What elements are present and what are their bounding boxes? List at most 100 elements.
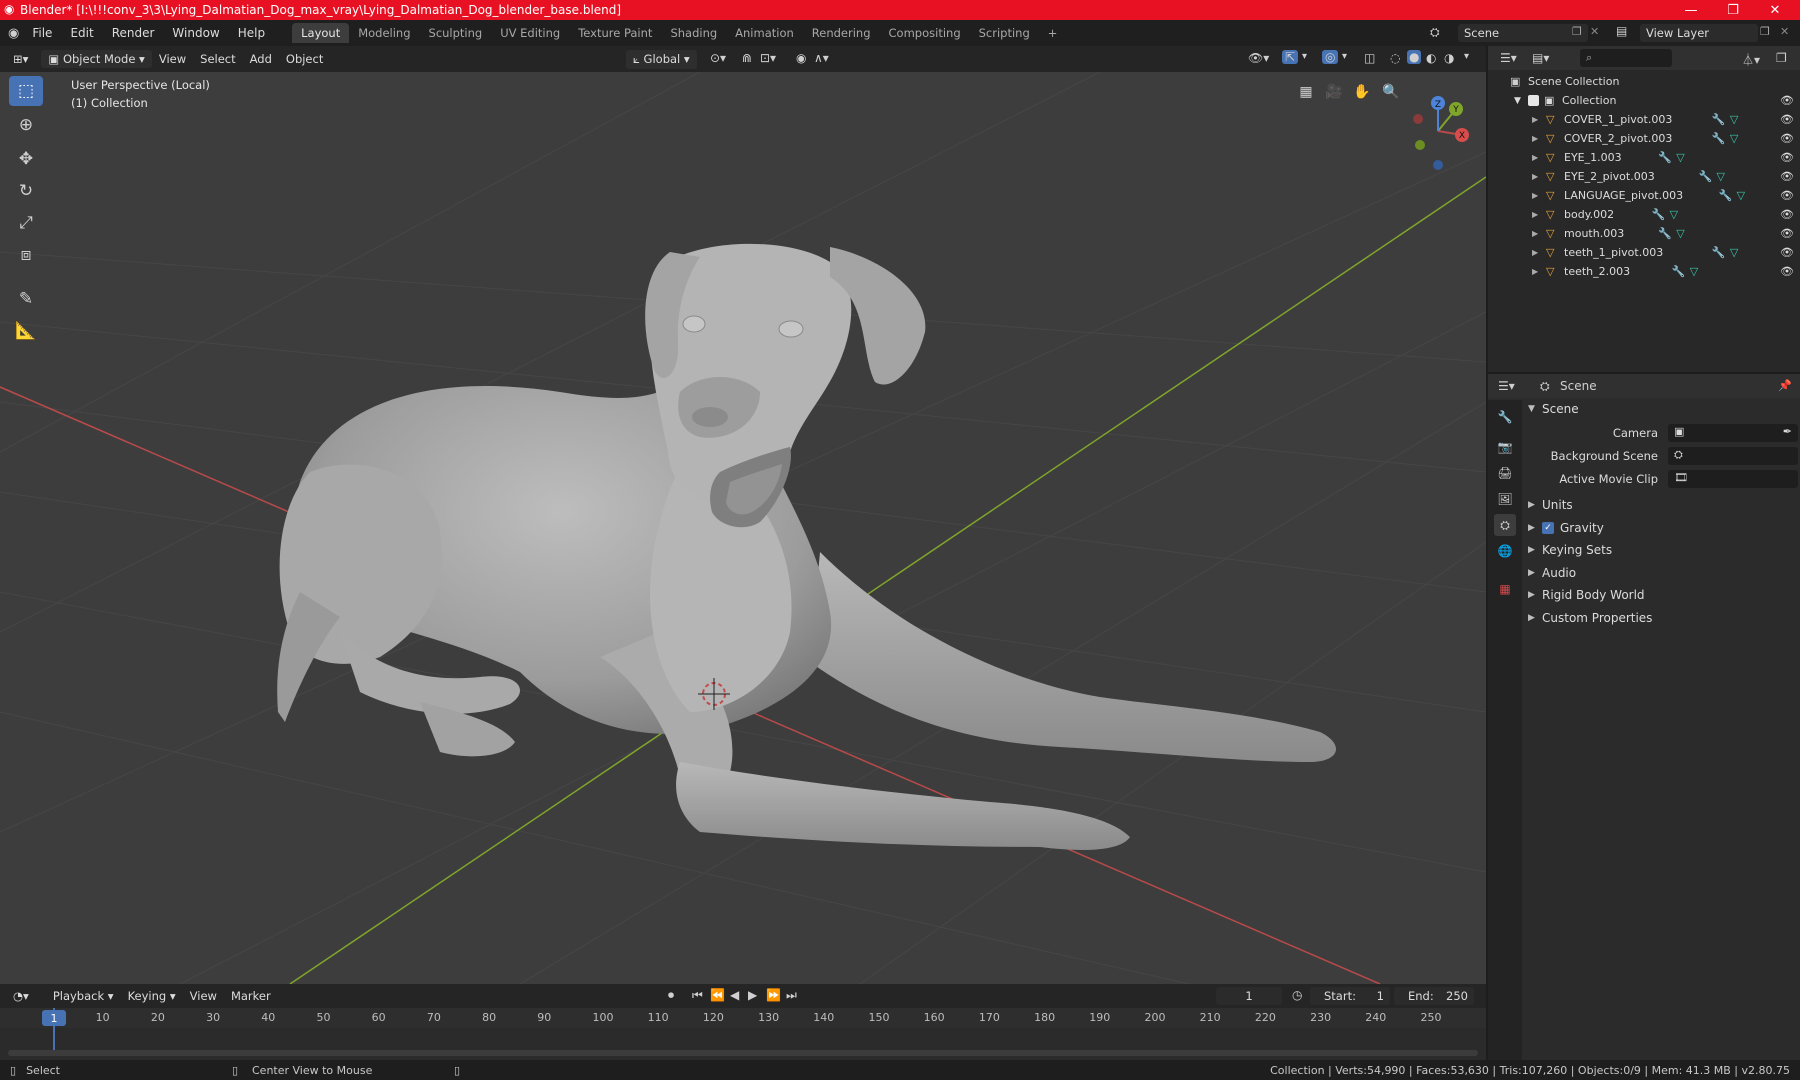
- preview-range-icon[interactable]: ◷: [1292, 988, 1302, 1002]
- object-visibility-icon[interactable]: 👁: [1780, 189, 1794, 202]
- world-tab-icon[interactable]: 🌐: [1494, 540, 1516, 562]
- properties-editor-type-icon[interactable]: ☰▾: [1498, 379, 1515, 393]
- expand-arrow-icon[interactable]: ▶: [1532, 210, 1538, 219]
- active-movie-clip-property[interactable]: Active Movie Clip 🎞: [1528, 468, 1800, 490]
- scene-selector[interactable]: Scene: [1458, 24, 1588, 42]
- subpanel-rigid-body-world[interactable]: ▶ Rigid Body World: [1528, 584, 1800, 606]
- gizmo-options-icon[interactable]: ▾: [1302, 51, 1307, 62]
- frame-ruler[interactable]: 1102030405060708090100110120130140150160…: [0, 1008, 1486, 1028]
- view-layer-icon[interactable]: ▤: [1616, 24, 1627, 38]
- expand-arrow-icon[interactable]: ▶: [1532, 267, 1538, 276]
- gizmo-toggle-icon[interactable]: ⇱: [1282, 50, 1299, 64]
- tab-shading[interactable]: Shading: [661, 23, 726, 43]
- snap-target-icon[interactable]: ⊡▾: [760, 51, 776, 65]
- outliner-object-row[interactable]: ▶ ▽ EYE_1.003 🔧 ▽ 👁: [1488, 148, 1800, 167]
- subpanel-audio[interactable]: ▶ Audio: [1528, 562, 1800, 584]
- collection-visibility-icon[interactable]: 👁: [1780, 94, 1794, 107]
- menu-marker[interactable]: Marker: [224, 987, 278, 1005]
- object-visibility-icon[interactable]: 👁: [1780, 265, 1794, 278]
- snap-icon[interactable]: ⋒: [742, 51, 752, 65]
- play-reverse-icon[interactable]: ◀: [730, 988, 739, 1002]
- subpanel-keying-sets[interactable]: ▶ Keying Sets: [1528, 539, 1800, 561]
- pan-view-icon[interactable]: ✋: [1350, 80, 1374, 104]
- playhead-frame-badge[interactable]: 1: [42, 1010, 66, 1026]
- expand-arrow-icon[interactable]: ▼: [1514, 96, 1521, 106]
- object-visibility-icon[interactable]: 👁: [1780, 246, 1794, 259]
- render-tab-icon[interactable]: 📷: [1494, 436, 1516, 458]
- rendered-shading-icon[interactable]: ◑: [1444, 51, 1454, 65]
- pivot-point-icon[interactable]: ⊙▾: [710, 51, 726, 65]
- outliner-object-row[interactable]: ▶ ▽ teeth_1_pivot.003 🔧 ▽ 👁: [1488, 243, 1800, 262]
- tab-layout[interactable]: Layout: [292, 23, 350, 43]
- new-view-layer-icon[interactable]: ❐: [1760, 25, 1770, 38]
- timeline-editor-type-icon[interactable]: ◔▾: [6, 987, 36, 1005]
- outliner-search-input[interactable]: ⌕: [1580, 49, 1672, 67]
- menu-view[interactable]: View: [152, 50, 193, 68]
- outliner-object-row[interactable]: ▶ ▽ body.002 🔧 ▽ 👁: [1488, 205, 1800, 224]
- tab-compositing[interactable]: Compositing: [880, 23, 970, 43]
- menu-edit[interactable]: Edit: [61, 26, 102, 40]
- subpanel-units[interactable]: ▶ Units: [1528, 494, 1800, 516]
- proportional-edit-icon[interactable]: ◉: [796, 51, 806, 65]
- record-icon[interactable]: ⏺: [668, 988, 674, 1003]
- move-tool-icon[interactable]: ✥: [9, 144, 43, 174]
- falloff-icon[interactable]: ∧▾: [814, 51, 829, 65]
- expand-arrow-icon[interactable]: ▶: [1532, 229, 1538, 238]
- menu-timeline-view[interactable]: View: [183, 987, 224, 1005]
- menu-file[interactable]: File: [23, 26, 61, 40]
- subpanel-gravity[interactable]: ▶ ✓ Gravity: [1528, 517, 1800, 539]
- tab-uv-editing[interactable]: UV Editing: [491, 23, 569, 43]
- object-visibility-icon[interactable]: 👁: [1780, 170, 1794, 183]
- eyedropper-icon[interactable]: ✒: [1783, 425, 1792, 438]
- new-scene-icon[interactable]: ❐: [1572, 25, 1582, 38]
- mode-dropdown[interactable]: ▣ Object Mode ▾: [41, 50, 152, 68]
- view-layer-tab-icon[interactable]: 🖼: [1494, 488, 1516, 510]
- outliner-object-row[interactable]: ▶ ▽ LANGUAGE_pivot.003 🔧 ▽ 👁: [1488, 186, 1800, 205]
- new-collection-icon[interactable]: ❐: [1776, 51, 1787, 65]
- transform-tool-icon[interactable]: ⧈: [9, 240, 43, 270]
- expand-arrow-icon[interactable]: ▶: [1532, 115, 1538, 124]
- scale-tool-icon[interactable]: ⤢: [9, 208, 43, 238]
- outliner-object-row[interactable]: ▶ ▽ COVER_1_pivot.003 🔧 ▽ 👁: [1488, 110, 1800, 129]
- pin-icon[interactable]: 📌: [1778, 379, 1792, 392]
- xray-toggle-icon[interactable]: ◫: [1364, 51, 1375, 65]
- outliner-object-row[interactable]: ▶ ▽ mouth.003 🔧 ▽ 👁: [1488, 224, 1800, 243]
- transform-orientation-dropdown[interactable]: ⟀ Global ▾: [626, 50, 697, 69]
- next-keyframe-icon[interactable]: ⏩: [766, 988, 781, 1002]
- 3d-viewport[interactable]: Z Y X User Perspective (Local) (1) Colle…: [0, 72, 1486, 984]
- object-visibility-icon[interactable]: 👁: [1780, 227, 1794, 240]
- annotate-tool-icon[interactable]: ✎: [9, 284, 43, 314]
- object-visibility-icon[interactable]: 👁: [1780, 132, 1794, 145]
- expand-arrow-icon[interactable]: ▶: [1532, 134, 1538, 143]
- add-workspace-icon[interactable]: +: [1039, 23, 1067, 43]
- background-scene-property[interactable]: Background Scene ⛭: [1528, 445, 1800, 467]
- outliner-object-row[interactable]: ▶ ▽ COVER_2_pivot.003 🔧 ▽ 👁: [1488, 129, 1800, 148]
- select-box-tool-icon[interactable]: ⬚: [9, 76, 43, 106]
- gravity-checkbox[interactable]: ✓: [1542, 521, 1554, 534]
- menu-object[interactable]: Object: [279, 50, 330, 68]
- outliner-object-row[interactable]: ▶ ▽ EYE_2_pivot.003 🔧 ▽ 👁: [1488, 167, 1800, 186]
- background-scene-field[interactable]: ⛭: [1668, 447, 1798, 465]
- minimize-icon[interactable]: —: [1668, 0, 1714, 20]
- current-frame-field[interactable]: 1: [1216, 987, 1282, 1005]
- camera-field[interactable]: ▣ ✒: [1668, 424, 1798, 442]
- camera-view-icon[interactable]: 🎥: [1322, 80, 1346, 104]
- prev-keyframe-icon[interactable]: ⏪: [710, 988, 725, 1002]
- camera-property[interactable]: Camera ▣ ✒: [1528, 422, 1800, 444]
- tab-rendering[interactable]: Rendering: [803, 23, 880, 43]
- tab-scripting[interactable]: Scripting: [970, 23, 1039, 43]
- measure-tool-icon[interactable]: 📐: [9, 316, 43, 346]
- subpanel-custom-properties[interactable]: ▶ Custom Properties: [1528, 607, 1800, 629]
- expand-arrow-icon[interactable]: ▶: [1532, 172, 1538, 181]
- blender-menu-icon[interactable]: ◉: [8, 26, 19, 41]
- menu-render[interactable]: Render: [103, 26, 164, 40]
- view-layer-selector[interactable]: View Layer: [1640, 24, 1758, 42]
- object-visibility-icon[interactable]: 👁: [1780, 151, 1794, 164]
- menu-playback[interactable]: Playback ▾: [46, 987, 121, 1005]
- outliner-scene-collection[interactable]: ▣ Scene Collection: [1488, 72, 1800, 91]
- play-icon[interactable]: ▶: [748, 988, 757, 1002]
- outliner-object-row[interactable]: ▶ ▽ teeth_2.003 🔧 ▽ 👁: [1488, 262, 1800, 281]
- tab-texture-paint[interactable]: Texture Paint: [569, 23, 661, 43]
- expand-arrow-icon[interactable]: ▶: [1532, 191, 1538, 200]
- cursor-tool-icon[interactable]: ⊕: [9, 110, 43, 140]
